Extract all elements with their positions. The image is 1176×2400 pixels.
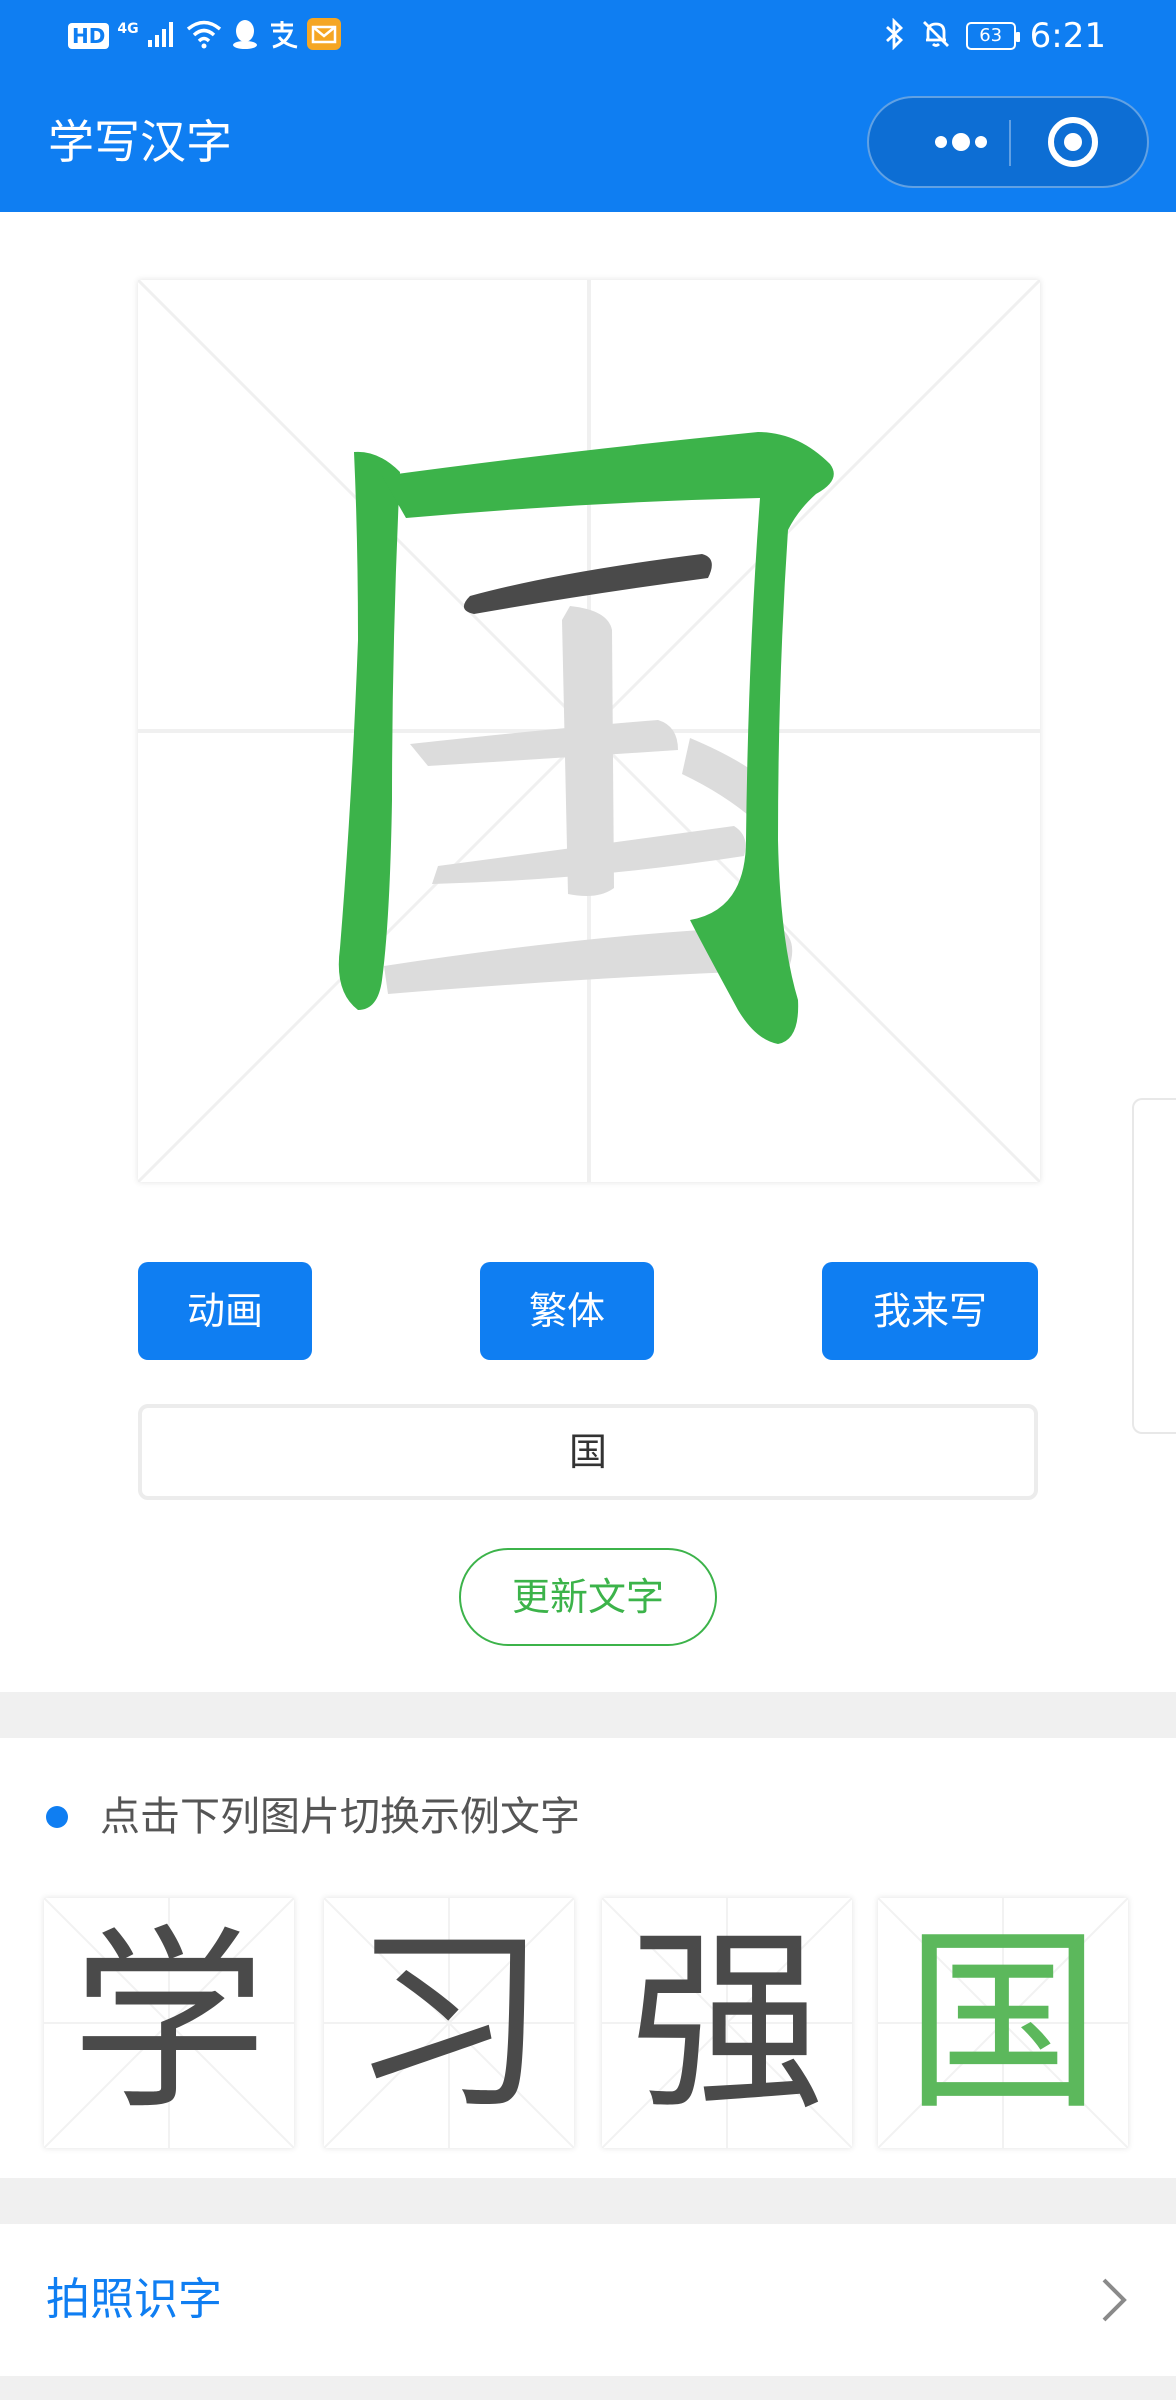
update-text-button[interactable]: 更新文字 [459, 1548, 717, 1646]
bluetooth-icon [884, 17, 906, 54]
status-right-icons: 63 6:21 [884, 14, 1106, 58]
more-icon [935, 133, 987, 151]
stroke-canvas [138, 280, 1040, 1182]
miniprogram-capsule [867, 96, 1149, 188]
stroke-pending [410, 720, 678, 766]
close-target-icon [1048, 117, 1098, 167]
wifi-icon [185, 19, 223, 53]
tip-bullet [46, 1806, 68, 1828]
sample-char: 强 [628, 1909, 825, 2137]
more-button[interactable] [909, 98, 1009, 186]
sample-char-card[interactable]: 国 [878, 1898, 1128, 2148]
sample-char-card[interactable]: 强 [602, 1898, 852, 2148]
mail-icon [306, 18, 341, 54]
character-input[interactable]: 国 [138, 1404, 1038, 1500]
section-divider [0, 2178, 1176, 2224]
traditional-button[interactable]: 繁体 [480, 1262, 654, 1360]
status-left-icons: HD 4G [68, 14, 341, 58]
side-floating-tab[interactable] [1132, 1098, 1176, 1434]
status-bar: HD 4G 63 6:21 [0, 0, 1176, 72]
photo-recognize-row[interactable]: 拍照识字 [0, 2224, 1176, 2376]
section-divider [0, 1692, 1176, 1738]
bell-off-icon [920, 18, 952, 54]
bottom-divider [0, 2376, 1176, 2400]
sample-char: 习 [350, 1909, 547, 2137]
hd-badge: HD [68, 23, 110, 49]
network-type: 4G [117, 21, 139, 37]
sample-char-card[interactable]: 学 [44, 1898, 294, 2148]
sample-char-card[interactable]: 习 [324, 1898, 574, 2148]
sample-char: 国 [904, 1909, 1101, 2137]
page-title: 学写汉字 [48, 115, 232, 169]
character-grid[interactable] [138, 280, 1040, 1182]
alipay-icon [267, 19, 299, 53]
examples-tip: 点击下列图片切换示例文字 [100, 1794, 580, 1840]
photo-recognize-label: 拍照识字 [46, 2274, 222, 2325]
practice-write-button[interactable]: 我来写 [822, 1262, 1038, 1360]
signal-icon [147, 20, 177, 52]
battery-indicator: 63 [965, 22, 1020, 50]
clock: 6:21 [1029, 16, 1106, 56]
close-button[interactable] [1011, 98, 1149, 186]
chevron-right-icon [1098, 2274, 1130, 2330]
animate-button[interactable]: 动画 [138, 1262, 312, 1360]
sample-char: 学 [70, 1909, 267, 2137]
qq-icon [231, 18, 259, 54]
